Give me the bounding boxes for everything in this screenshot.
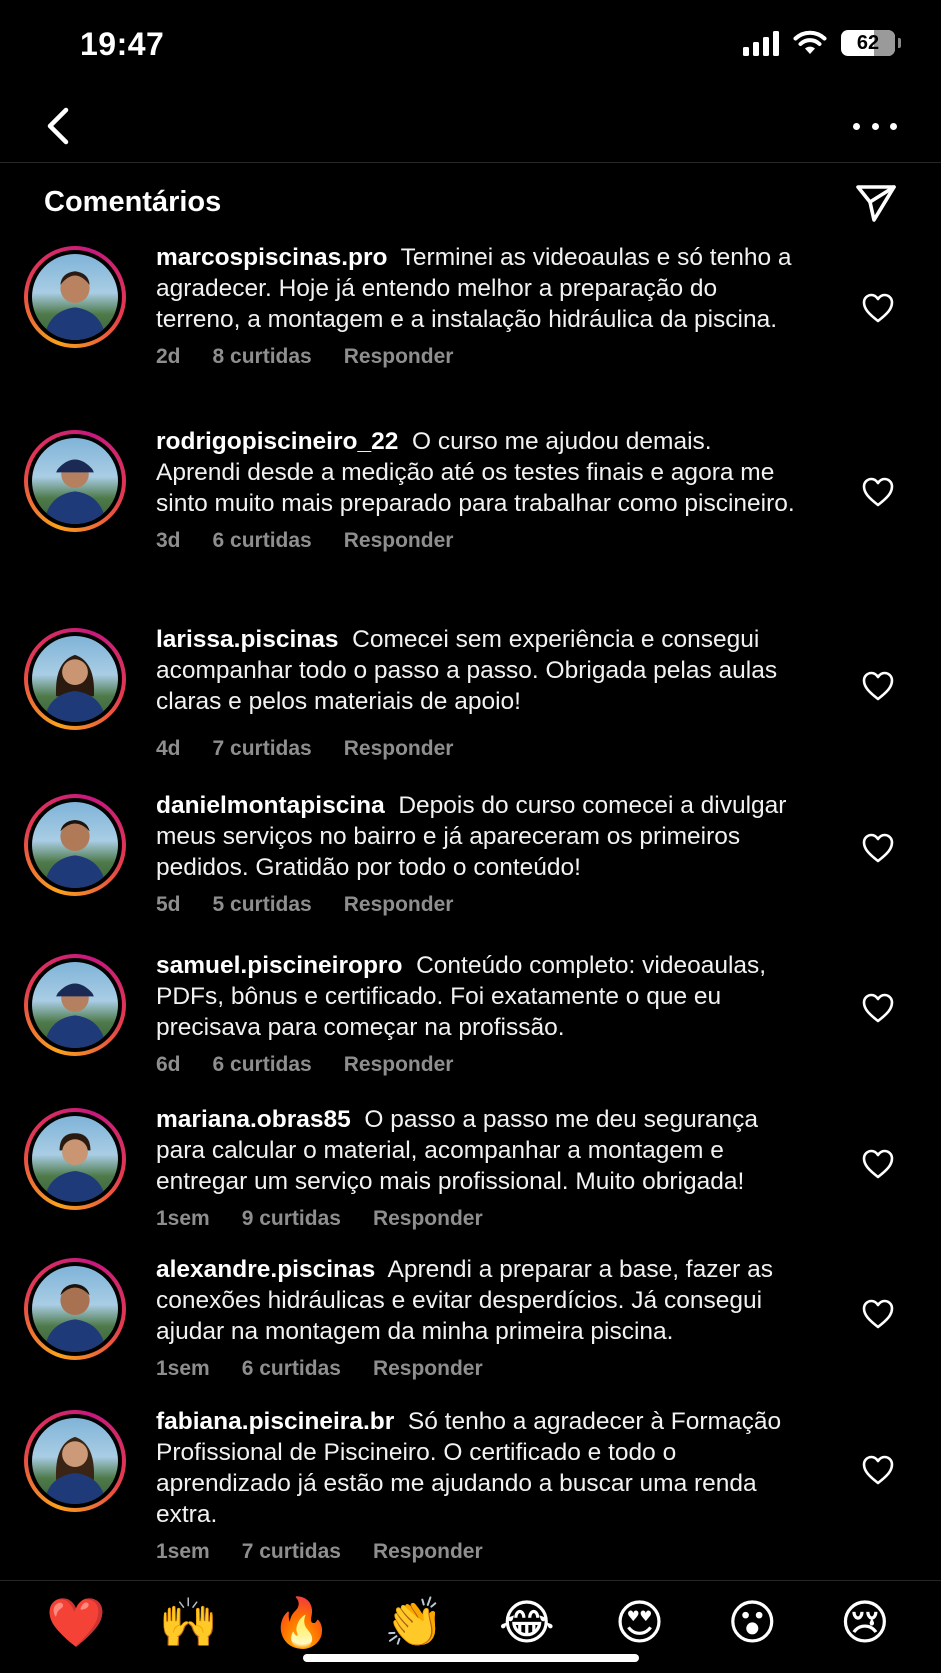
comment-meta: 1sem 9 curtidas Responder	[156, 1203, 796, 1234]
comment-body: alexandre.piscinas Aprendi a preparar a …	[156, 1254, 796, 1384]
battery-level: 62	[856, 31, 880, 54]
emoji-clapping[interactable]: 👏	[378, 1593, 450, 1653]
comment-time: 4d	[156, 737, 181, 760]
user-photo	[32, 1116, 118, 1202]
comment-meta: 2d 8 curtidas Responder	[156, 341, 796, 372]
comment-meta: 6d 6 curtidas Responder	[156, 1049, 796, 1080]
comment-username[interactable]: danielmontapiscina	[156, 792, 385, 819]
more-options-icon[interactable]	[853, 114, 897, 138]
comment-time: 1sem	[156, 1357, 210, 1380]
comment-likes[interactable]: 7 curtidas	[213, 733, 312, 764]
emoji-heart-eyes[interactable]: 😍	[604, 1593, 676, 1653]
user-photo	[32, 636, 118, 722]
battery-icon: 62	[841, 30, 901, 56]
comment-likes[interactable]: 6 curtidas	[242, 1353, 341, 1384]
wifi-icon	[793, 30, 827, 54]
like-heart-icon[interactable]	[861, 670, 895, 702]
avatar[interactable]	[24, 794, 126, 896]
comment-time: 2d	[156, 345, 181, 368]
comment-body: samuel.piscineiropro Conteúdo completo: …	[156, 950, 796, 1080]
like-heart-icon[interactable]	[861, 1298, 895, 1330]
emoji-heart[interactable]: ❤️	[40, 1593, 112, 1653]
avatar[interactable]	[24, 1258, 126, 1360]
reply-button[interactable]: Responder	[373, 1203, 483, 1234]
reply-button[interactable]: Responder	[344, 733, 454, 764]
reply-button[interactable]: Responder	[373, 1353, 483, 1384]
reply-button[interactable]: Responder	[344, 525, 454, 556]
comment-username[interactable]: rodrigopiscineiro_22	[156, 428, 398, 455]
cellular-signal-icon	[743, 30, 779, 56]
status-bar: 19:47 62	[0, 0, 941, 90]
user-photo	[32, 1418, 118, 1504]
status-icons: 62	[743, 30, 901, 56]
comment-time: 1sem	[156, 1540, 210, 1563]
comment-time: 5d	[156, 893, 181, 916]
comment-meta: 3d 6 curtidas Responder	[156, 525, 796, 556]
avatar[interactable]	[24, 954, 126, 1056]
home-indicator[interactable]	[303, 1654, 639, 1662]
comment-username[interactable]: larissa.piscinas	[156, 626, 339, 653]
comments-header: Comentários	[0, 162, 941, 242]
comment-username[interactable]: marcospiscinas.pro	[156, 244, 387, 271]
like-heart-icon[interactable]	[861, 1454, 895, 1486]
avatar[interactable]	[24, 1410, 126, 1512]
like-heart-icon[interactable]	[861, 992, 895, 1024]
comment-time: 6d	[156, 1053, 181, 1076]
emoji-row: ❤️ 🙌 🔥 👏 😂 😍 😮 😢	[40, 1593, 901, 1653]
user-photo	[32, 254, 118, 340]
avatar[interactable]	[24, 628, 126, 730]
comment-meta: 5d 5 curtidas Responder	[156, 889, 796, 920]
like-heart-icon[interactable]	[861, 832, 895, 864]
emoji-raised-hands[interactable]: 🙌	[153, 1593, 225, 1653]
comment-body: danielmontapiscina Depois do curso comec…	[156, 790, 796, 920]
back-arrow-icon[interactable]	[38, 98, 82, 154]
reply-button[interactable]: Responder	[373, 1536, 483, 1567]
emoji-crying[interactable]: 😢	[829, 1593, 901, 1653]
avatar[interactable]	[24, 430, 126, 532]
comment-body: larissa.piscinas Comecei sem experiência…	[156, 624, 796, 764]
comment-body: mariana.obras85 O passo a passo me deu s…	[156, 1104, 796, 1234]
reply-button[interactable]: Responder	[344, 341, 454, 372]
emoji-surprised[interactable]: 😮	[716, 1593, 788, 1653]
comment-time: 3d	[156, 529, 181, 552]
comment-body: marcospiscinas.pro Terminei as videoaula…	[156, 242, 796, 372]
user-photo	[32, 438, 118, 524]
avatar[interactable]	[24, 246, 126, 348]
comment-likes[interactable]: 6 curtidas	[213, 1049, 312, 1080]
share-send-icon[interactable]	[853, 180, 899, 226]
comment-likes[interactable]: 5 curtidas	[213, 889, 312, 920]
comment-meta: 4d 7 curtidas Responder	[156, 733, 796, 764]
comment-likes[interactable]: 7 curtidas	[242, 1536, 341, 1567]
comment-username[interactable]: samuel.piscineiropro	[156, 952, 402, 979]
user-photo	[32, 962, 118, 1048]
comments-title: Comentários	[44, 186, 222, 218]
nav-bar	[0, 90, 941, 163]
comment-username[interactable]: alexandre.piscinas	[156, 1256, 375, 1283]
status-time: 19:47	[80, 26, 165, 62]
comment-meta: 1sem 7 curtidas Responder	[156, 1536, 796, 1567]
comment-meta: 1sem 6 curtidas Responder	[156, 1353, 796, 1384]
reply-button[interactable]: Responder	[344, 1049, 454, 1080]
comment-body: fabiana.piscineira.br Só tenho a agradec…	[156, 1406, 796, 1567]
avatar[interactable]	[24, 1108, 126, 1210]
comment-likes[interactable]: 8 curtidas	[213, 341, 312, 372]
comment-likes[interactable]: 9 curtidas	[242, 1203, 341, 1234]
comment-username[interactable]: fabiana.piscineira.br	[156, 1408, 394, 1435]
like-heart-icon[interactable]	[861, 1148, 895, 1180]
reply-button[interactable]: Responder	[344, 889, 454, 920]
comment-time: 1sem	[156, 1207, 210, 1230]
user-photo	[32, 1266, 118, 1352]
emoji-fire[interactable]: 🔥	[265, 1593, 337, 1653]
comment-likes[interactable]: 6 curtidas	[213, 525, 312, 556]
like-heart-icon[interactable]	[861, 292, 895, 324]
comment-username[interactable]: mariana.obras85	[156, 1106, 351, 1133]
comment-body: rodrigopiscineiro_22 O curso me ajudou d…	[156, 426, 796, 556]
like-heart-icon[interactable]	[861, 476, 895, 508]
user-photo	[32, 802, 118, 888]
emoji-laughing[interactable]: 😂	[491, 1593, 563, 1653]
